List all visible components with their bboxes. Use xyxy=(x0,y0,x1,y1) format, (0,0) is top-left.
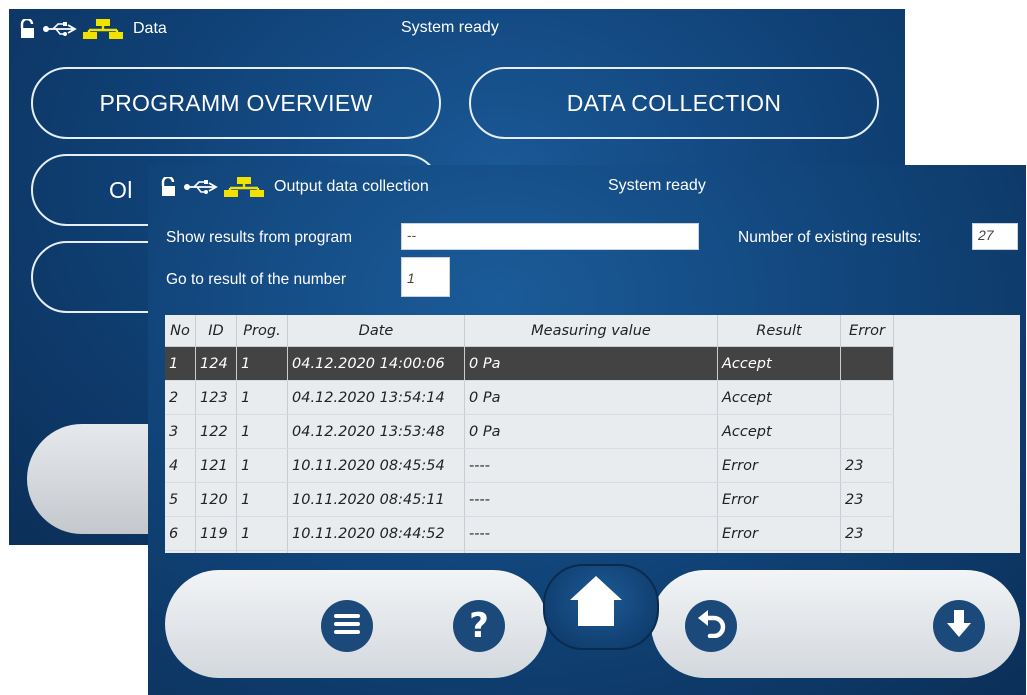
menu-button-3-label: Ol xyxy=(109,176,133,203)
cell-error xyxy=(840,414,894,449)
cell-no xyxy=(165,550,196,553)
cell-result: Error xyxy=(717,482,841,517)
cell-result: Error xyxy=(717,516,841,551)
cell-date: 04.12.2020 14:00:06 xyxy=(287,346,465,381)
programm-overview-button[interactable]: PROGRAMM OVERVIEW xyxy=(31,67,441,139)
back-button[interactable] xyxy=(685,600,737,652)
cell-error: 23 xyxy=(840,516,894,551)
menu-button[interactable] xyxy=(321,600,373,652)
existing-results-label: Number of existing results: xyxy=(738,229,922,246)
menu-icon xyxy=(334,613,360,639)
usb-icon xyxy=(43,21,77,37)
table-row[interactable]: 5 120 1 10.11.2020 08:45:11 ---- Error 2… xyxy=(165,482,894,517)
goto-result-label: Go to result of the number xyxy=(166,271,347,288)
cell-id: 122 xyxy=(195,414,237,449)
status-text: System ready xyxy=(608,177,706,194)
col-header-date[interactable]: Date xyxy=(287,315,465,347)
col-header-error[interactable]: Error xyxy=(840,315,894,347)
table-row[interactable] xyxy=(165,550,894,553)
cell-date: 10.11.2020 08:44:52 xyxy=(287,516,465,551)
help-button[interactable]: ? xyxy=(453,600,505,652)
cell-prog: 1 xyxy=(236,414,288,449)
network-icon xyxy=(83,19,123,39)
cell-error xyxy=(840,346,894,381)
cell-id: 124 xyxy=(195,346,237,381)
cell-no: 6 xyxy=(165,516,196,551)
col-header-measuring-value[interactable]: Measuring value xyxy=(464,315,718,347)
download-icon xyxy=(946,609,972,643)
cell-id: 119 xyxy=(195,516,237,551)
cell-result xyxy=(717,550,841,553)
cell-error xyxy=(840,550,894,553)
status-bar: Data System ready xyxy=(9,9,905,47)
table-row[interactable]: 3 122 1 04.12.2020 13:53:48 0 Pa Accept xyxy=(165,414,894,449)
cell-error xyxy=(840,380,894,415)
status-bar: Output data collection System ready xyxy=(148,165,1026,205)
cell-result: Accept xyxy=(717,414,841,449)
usb-icon xyxy=(184,179,218,195)
cell-prog: 1 xyxy=(236,448,288,483)
table-row[interactable]: 2 123 1 04.12.2020 13:54:14 0 Pa Accept xyxy=(165,380,894,415)
cell-no: 2 xyxy=(165,380,196,415)
cell-id: 121 xyxy=(195,448,237,483)
cell-result: Accept xyxy=(717,346,841,381)
program-filter-field[interactable]: -- xyxy=(401,223,699,250)
data-collection-button[interactable]: DATA COLLECTION xyxy=(469,67,879,139)
show-results-label: Show results from program xyxy=(166,229,353,246)
cell-measuring-value xyxy=(464,550,718,553)
cell-date: 04.12.2020 13:54:14 xyxy=(287,380,465,415)
network-icon xyxy=(224,177,264,197)
cell-prog: 1 xyxy=(236,346,288,381)
cell-prog: 1 xyxy=(236,516,288,551)
cell-no: 3 xyxy=(165,414,196,449)
existing-results-count: 27 xyxy=(972,223,1018,250)
cell-measuring-value: 0 Pa xyxy=(464,380,718,415)
unlock-icon xyxy=(160,177,178,197)
status-text: System ready xyxy=(401,19,499,36)
cell-id xyxy=(195,550,237,553)
table-row[interactable]: 1 124 1 04.12.2020 14:00:06 0 Pa Accept xyxy=(165,346,894,381)
col-header-prog[interactable]: Prog. xyxy=(236,315,288,347)
cell-error: 23 xyxy=(840,482,894,517)
results-table: No ID Prog. Date Measuring value Result … xyxy=(165,315,894,553)
cell-error: 23 xyxy=(840,448,894,483)
table-row[interactable]: 4 121 1 10.11.2020 08:45:54 ---- Error 2… xyxy=(165,448,894,483)
col-header-result[interactable]: Result xyxy=(717,315,841,347)
col-header-no[interactable]: No xyxy=(165,315,196,347)
cell-date: 04.12.2020 13:53:48 xyxy=(287,414,465,449)
download-button[interactable] xyxy=(933,600,985,652)
cell-measuring-value: 0 Pa xyxy=(464,414,718,449)
cell-date xyxy=(287,550,465,553)
cell-date: 10.11.2020 08:45:54 xyxy=(287,448,465,483)
cell-result: Accept xyxy=(717,380,841,415)
col-header-id[interactable]: ID xyxy=(195,315,237,347)
unlock-icon xyxy=(19,19,37,39)
cell-prog: 1 xyxy=(236,482,288,517)
cell-prog xyxy=(236,550,288,553)
cell-no: 1 xyxy=(165,346,196,381)
cell-measuring-value: ---- xyxy=(464,516,718,551)
cell-id: 123 xyxy=(195,380,237,415)
goto-result-field[interactable]: 1 xyxy=(401,257,450,297)
cell-measuring-value: ---- xyxy=(464,448,718,483)
table-header-row: No ID Prog. Date Measuring value Result … xyxy=(165,315,894,347)
cell-prog: 1 xyxy=(236,380,288,415)
mode-label: Data xyxy=(133,20,167,37)
cell-no: 4 xyxy=(165,448,196,483)
help-icon: ? xyxy=(469,606,489,646)
output-data-collection-window: Output data collection System ready Show… xyxy=(148,165,1026,695)
table-row[interactable]: 6 119 1 10.11.2020 08:44:52 ---- Error 2… xyxy=(165,516,894,551)
home-button[interactable] xyxy=(567,574,625,633)
cell-no: 5 xyxy=(165,482,196,517)
cell-measuring-value: ---- xyxy=(464,482,718,517)
results-table-area: No ID Prog. Date Measuring value Result … xyxy=(165,315,1020,553)
mode-label: Output data collection xyxy=(274,178,429,195)
back-icon xyxy=(696,609,726,643)
cell-result: Error xyxy=(717,448,841,483)
cell-date: 10.11.2020 08:45:11 xyxy=(287,482,465,517)
cell-measuring-value: 0 Pa xyxy=(464,346,718,381)
home-icon xyxy=(567,574,625,633)
nav-bar: ? xyxy=(165,564,1020,682)
cell-id: 120 xyxy=(195,482,237,517)
